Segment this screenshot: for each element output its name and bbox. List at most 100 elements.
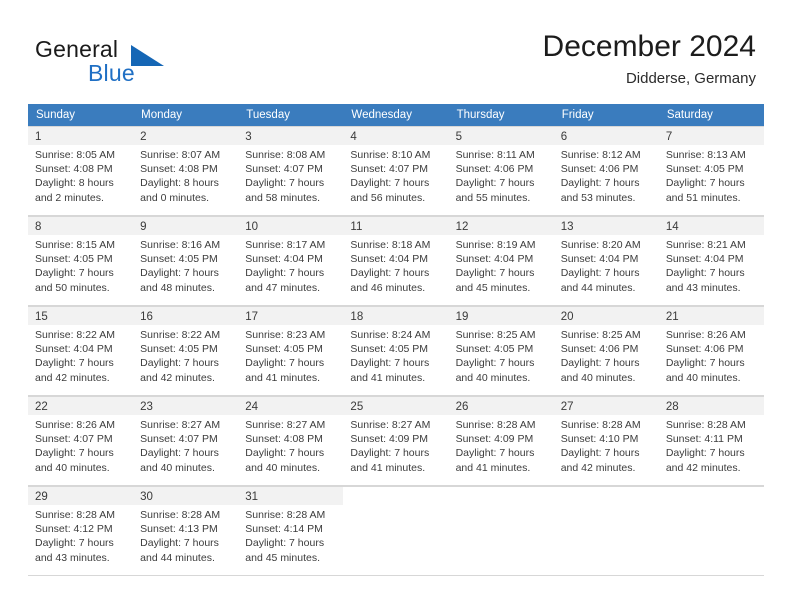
day-sunrise-text: Sunrise: 8:21 AM	[665, 239, 746, 251]
weekday-header-row: Sunday Monday Tuesday Wednesday Thursday…	[28, 104, 764, 126]
day-number: 21	[658, 307, 764, 325]
calendar-day-cell[interactable]: 7 Sunrise: 8:13 AM Sunset: 4:05 PM Daylight…	[658, 126, 764, 216]
day-daylight2-text: and 50 minutes.	[35, 281, 110, 294]
day-daylight1-text: Daylight: 7 hours	[35, 537, 114, 550]
day-sunset-text: Sunset: 4:07 PM	[245, 163, 323, 176]
day-details: Sunrise: 8:28 AM Sunset: 4:13 PM Daylight:…	[140, 505, 232, 565]
title-block: December 2024 Didderse, Germany	[543, 28, 756, 90]
day-daylight2-text: and 40 minutes.	[665, 371, 741, 384]
calendar-day-cell[interactable]: 29 Sunrise: 8:28 AM Sunset: 4:12 PM Dayligh…	[28, 486, 134, 576]
calendar-day-cell[interactable]: 28 Sunrise: 8:28 AM Sunset: 4:11 PM Dayligh…	[658, 396, 764, 486]
calendar-empty-cell	[448, 486, 554, 576]
day-details: Sunrise: 8:28 AM Sunset: 4:09 PM Daylight:…	[456, 415, 548, 475]
day-sunset-text: Sunset: 4:07 PM	[140, 433, 218, 446]
day-sunrise-text: Sunrise: 8:25 AM	[560, 329, 641, 341]
calendar-day-cell[interactable]: 25 Sunrise: 8:27 AM Sunset: 4:09 PM Dayligh…	[343, 396, 449, 486]
day-sunrise-text: Sunrise: 8:28 AM	[455, 419, 536, 431]
brand-logo[interactable]: General Blue	[35, 36, 235, 92]
day-details: Sunrise: 8:28 AM Sunset: 4:10 PM Daylight:…	[561, 415, 653, 475]
day-number: 23	[133, 397, 239, 415]
day-daylight1-text: Daylight: 7 hours	[245, 267, 325, 280]
calendar-day-cell[interactable]: 8 Sunrise: 8:15 AM Sunset: 4:05 PM Daylight…	[28, 216, 134, 306]
weekday-header-tuesday: Tuesday	[238, 104, 344, 126]
calendar-day-cell[interactable]: 12 Sunrise: 8:19 AM Sunset: 4:04 PM Dayligh…	[448, 216, 554, 306]
day-number: 14	[658, 217, 764, 235]
day-daylight2-text: and 40 minutes.	[455, 371, 531, 384]
day-sunset-text: Sunset: 4:07 PM	[350, 163, 429, 176]
day-daylight1-text: Daylight: 7 hours	[350, 177, 430, 190]
calendar-day-cell[interactable]: 2 Sunrise: 8:07 AM Sunset: 4:08 PM Daylight…	[133, 126, 239, 216]
day-daylight2-text: and 56 minutes.	[350, 191, 426, 204]
day-sunset-text: Sunset: 4:05 PM	[455, 343, 534, 356]
calendar-week-row: 29 Sunrise: 8:28 AM Sunset: 4:12 PM Dayligh…	[28, 486, 764, 576]
calendar-day-cell[interactable]: 4 Sunrise: 8:10 AM Sunset: 4:07 PM Daylight…	[343, 126, 449, 216]
calendar-day-cell[interactable]: 9 Sunrise: 8:16 AM Sunset: 4:05 PM Daylight…	[133, 216, 239, 306]
location-subtitle: Didderse, Germany	[625, 70, 756, 87]
calendar-day-cell[interactable]: 5 Sunrise: 8:11 AM Sunset: 4:06 PM Daylight…	[448, 126, 554, 216]
day-sunset-text: Sunset: 4:07 PM	[35, 433, 113, 446]
day-daylight1-text: Daylight: 7 hours	[245, 537, 325, 550]
day-daylight2-text: and 44 minutes.	[140, 551, 215, 564]
calendar-day-cell[interactable]: 3 Sunrise: 8:08 AM Sunset: 4:07 PM Daylight…	[238, 126, 344, 216]
day-details: Sunrise: 8:25 AM Sunset: 4:06 PM Daylight:…	[561, 325, 653, 385]
calendar-day-cell[interactable]: 22 Sunrise: 8:26 AM Sunset: 4:07 PM Dayligh…	[28, 396, 134, 486]
page-title: December 2024	[542, 30, 756, 63]
day-number: 5	[448, 127, 554, 145]
day-sunrise-text: Sunrise: 8:28 AM	[35, 509, 115, 521]
day-daylight2-text: and 40 minutes.	[560, 371, 636, 384]
calendar-day-cell[interactable]: 20 Sunrise: 8:25 AM Sunset: 4:06 PM Dayligh…	[553, 306, 659, 396]
page-header: General Blue December 2024 Didderse, Ger…	[0, 0, 792, 100]
day-sunrise-text: Sunrise: 8:05 AM	[35, 149, 115, 161]
day-sunrise-text: Sunrise: 8:26 AM	[665, 329, 746, 341]
weekday-header-wednesday: Wednesday	[343, 104, 449, 126]
day-number: 29	[28, 487, 134, 505]
calendar-week-row: 1 Sunrise: 8:05 AM Sunset: 4:08 PM Daylight…	[28, 126, 764, 216]
day-details: Sunrise: 8:22 AM Sunset: 4:04 PM Daylight:…	[35, 325, 127, 385]
day-number: 15	[28, 307, 134, 325]
day-sunrise-text: Sunrise: 8:27 AM	[140, 419, 221, 431]
calendar-day-cell[interactable]: 21 Sunrise: 8:26 AM Sunset: 4:06 PM Dayligh…	[658, 306, 764, 396]
day-daylight2-text: and 47 minutes.	[245, 281, 320, 294]
day-number: 6	[553, 127, 659, 145]
calendar-day-cell[interactable]: 13 Sunrise: 8:20 AM Sunset: 4:04 PM Dayligh…	[553, 216, 659, 306]
calendar-day-cell[interactable]: 16 Sunrise: 8:22 AM Sunset: 4:05 PM Dayligh…	[133, 306, 239, 396]
calendar-day-cell[interactable]: 19 Sunrise: 8:25 AM Sunset: 4:05 PM Dayligh…	[448, 306, 554, 396]
calendar-day-cell[interactable]: 27 Sunrise: 8:28 AM Sunset: 4:10 PM Dayligh…	[553, 396, 659, 486]
day-number: 2	[133, 127, 239, 145]
day-number: 28	[658, 397, 764, 415]
day-sunset-text: Sunset: 4:04 PM	[350, 253, 429, 266]
day-daylight2-text: and 51 minutes.	[665, 191, 741, 204]
calendar-day-cell[interactable]: 31 Sunrise: 8:28 AM Sunset: 4:14 PM Dayligh…	[238, 486, 344, 576]
calendar-day-cell[interactable]: 26 Sunrise: 8:28 AM Sunset: 4:09 PM Dayligh…	[448, 396, 554, 486]
calendar-day-cell[interactable]: 15 Sunrise: 8:22 AM Sunset: 4:04 PM Dayligh…	[28, 306, 134, 396]
calendar-day-cell[interactable]: 18 Sunrise: 8:24 AM Sunset: 4:05 PM Dayligh…	[343, 306, 449, 396]
calendar-day-cell[interactable]: 14 Sunrise: 8:21 AM Sunset: 4:04 PM Dayligh…	[658, 216, 764, 306]
day-daylight2-text: and 44 minutes.	[560, 281, 636, 294]
day-sunset-text: Sunset: 4:04 PM	[245, 253, 323, 266]
day-daylight2-text: and 42 minutes.	[560, 461, 636, 474]
calendar-week-row: 15 Sunrise: 8:22 AM Sunset: 4:04 PM Dayligh…	[28, 306, 764, 396]
calendar-day-cell[interactable]: 24 Sunrise: 8:27 AM Sunset: 4:08 PM Dayligh…	[238, 396, 344, 486]
day-daylight1-text: Daylight: 7 hours	[140, 267, 219, 280]
day-sunrise-text: Sunrise: 8:24 AM	[350, 329, 431, 341]
day-sunrise-text: Sunrise: 8:25 AM	[455, 329, 536, 341]
day-daylight1-text: Daylight: 7 hours	[560, 357, 640, 370]
day-sunrise-text: Sunrise: 8:26 AM	[35, 419, 115, 431]
calendar-day-cell[interactable]: 10 Sunrise: 8:17 AM Sunset: 4:04 PM Dayligh…	[238, 216, 344, 306]
day-daylight1-text: Daylight: 7 hours	[140, 537, 219, 550]
day-sunset-text: Sunset: 4:13 PM	[140, 523, 218, 536]
day-sunrise-text: Sunrise: 8:11 AM	[455, 149, 535, 161]
calendar-day-cell[interactable]: 30 Sunrise: 8:28 AM Sunset: 4:13 PM Dayligh…	[133, 486, 239, 576]
calendar-day-cell[interactable]: 17 Sunrise: 8:23 AM Sunset: 4:05 PM Dayligh…	[238, 306, 344, 396]
day-sunset-text: Sunset: 4:05 PM	[35, 253, 113, 266]
day-sunrise-text: Sunrise: 8:27 AM	[245, 419, 326, 431]
day-details: Sunrise: 8:11 AM Sunset: 4:06 PM Daylight:…	[456, 145, 548, 205]
calendar-day-cell[interactable]: 1 Sunrise: 8:05 AM Sunset: 4:08 PM Daylight…	[28, 126, 134, 216]
day-sunrise-text: Sunrise: 8:07 AM	[140, 149, 221, 161]
calendar-body: 1 Sunrise: 8:05 AM Sunset: 4:08 PM Daylight…	[28, 126, 764, 576]
calendar-day-cell[interactable]: 23 Sunrise: 8:27 AM Sunset: 4:07 PM Dayligh…	[133, 396, 239, 486]
calendar-day-cell[interactable]: 11 Sunrise: 8:18 AM Sunset: 4:04 PM Dayligh…	[343, 216, 449, 306]
day-sunset-text: Sunset: 4:05 PM	[140, 343, 218, 356]
calendar-day-cell[interactable]: 6 Sunrise: 8:12 AM Sunset: 4:06 PM Daylight…	[553, 126, 659, 216]
day-number: 30	[133, 487, 239, 505]
